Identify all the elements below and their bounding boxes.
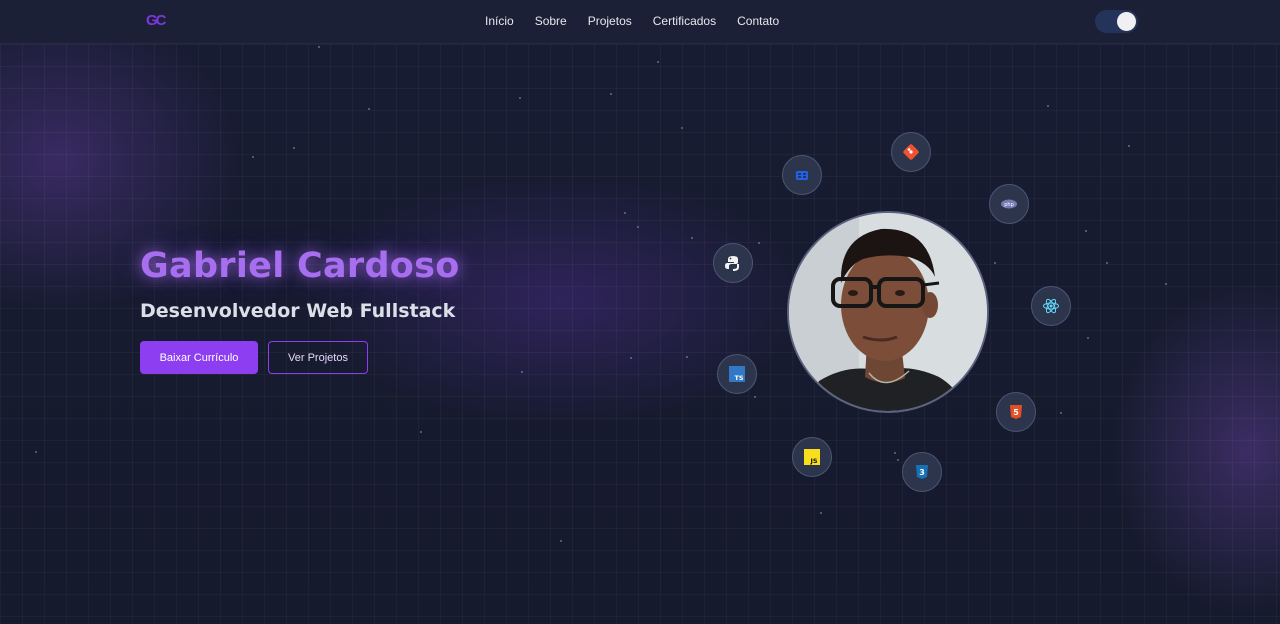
html5-icon[interactable]: 5 — [996, 392, 1036, 432]
download-cv-button[interactable]: Baixar Currículo — [140, 341, 258, 374]
view-projects-button[interactable]: Ver Projetos — [268, 341, 368, 374]
nav-item-projetos[interactable]: Projetos — [588, 14, 632, 28]
nav-item-inicio[interactable]: Início — [485, 14, 514, 28]
profile-portrait — [789, 213, 987, 411]
nav-item-sobre[interactable]: Sobre — [535, 14, 567, 28]
nav-item-contato[interactable]: Contato — [737, 14, 779, 28]
hero-name: Gabriel Cardoso — [140, 246, 460, 286]
svg-text:php: php — [1004, 202, 1014, 208]
site-logo[interactable]: GC — [146, 12, 166, 29]
svg-text:JS: JS — [809, 457, 817, 465]
git-icon[interactable] — [891, 132, 931, 172]
docker-icon[interactable] — [782, 155, 822, 195]
php-icon[interactable]: php — [989, 184, 1029, 224]
toggle-knob — [1117, 12, 1136, 31]
svg-text:5: 5 — [1013, 408, 1019, 417]
nav-menu: Início Sobre Projetos Certificados Conta… — [485, 14, 779, 28]
react-icon[interactable] — [1031, 286, 1071, 326]
typescript-icon[interactable]: TS — [717, 354, 757, 394]
python-icon[interactable] — [713, 243, 753, 283]
nav-item-certificados[interactable]: Certificados — [653, 14, 716, 28]
moon-icon — [1105, 14, 1112, 28]
theme-toggle[interactable] — [1095, 10, 1138, 33]
svg-text:3: 3 — [919, 468, 925, 477]
svg-text:TS: TS — [734, 374, 743, 382]
hero-role: Desenvolvedor Web Fullstack — [140, 300, 456, 322]
javascript-icon[interactable]: JS — [792, 437, 832, 477]
navbar: GC Início Sobre Projetos Certificados Co… — [0, 0, 1280, 44]
profile-photo — [787, 211, 989, 413]
css3-icon[interactable]: 3 — [902, 452, 942, 492]
